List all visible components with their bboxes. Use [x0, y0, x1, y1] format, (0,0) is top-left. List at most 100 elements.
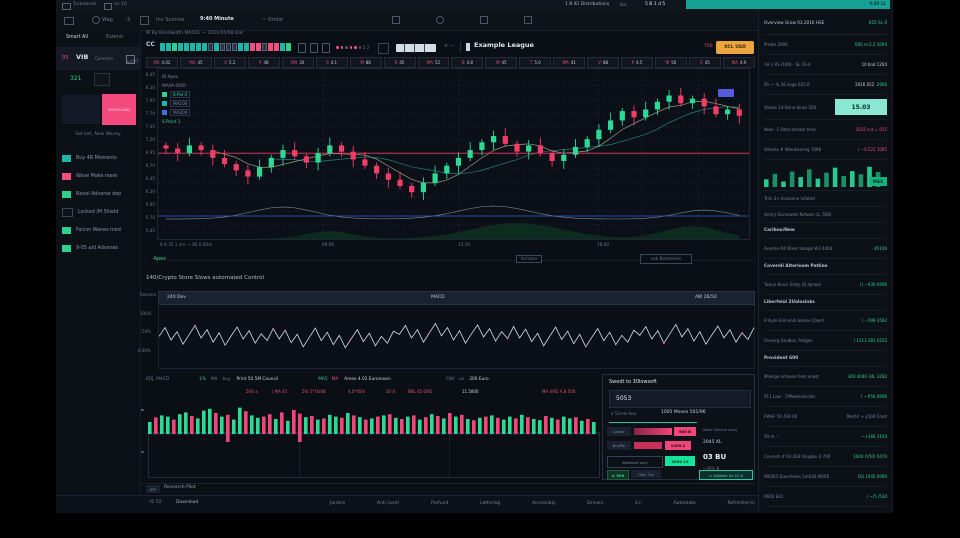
timeframe-chip[interactable]: [220, 43, 225, 51]
sidebar-menu-item[interactable]: Novel Adverse dep: [62, 186, 136, 202]
event-teal-chip[interactable]: × A/Week 5x 07.0: [699, 470, 753, 480]
indicator-tag[interactable]: T5.0: [519, 57, 551, 68]
timeframe-chip[interactable]: [226, 43, 231, 51]
event-row3-label[interactable]: Weakest very: [607, 456, 663, 468]
promo-tile[interactable]: WOODLAND: [102, 94, 136, 125]
timeframe-chip[interactable]: [166, 43, 171, 51]
timeframe-chip[interactable]: [280, 43, 285, 51]
indicator-tag[interactable]: S4.1: [316, 57, 348, 68]
timeframe-chip[interactable]: [208, 43, 213, 51]
line-style-icon[interactable]: [322, 43, 330, 53]
strip-apex-label[interactable]: ·Apex: [150, 257, 168, 262]
timeframe-chip[interactable]: [274, 43, 279, 51]
volume-bars-chart[interactable]: [148, 398, 600, 446]
segmented-control[interactable]: [396, 44, 436, 52]
timeframe-chip[interactable]: [286, 43, 291, 51]
calendar-icon[interactable]: [104, 3, 112, 10]
timeframe-chip[interactable]: [190, 43, 195, 51]
indicator-tag[interactable]: MA45: [180, 57, 212, 68]
indicator-tag[interactable]: B4.8: [451, 57, 483, 68]
strip-button-2[interactable]: ask Bearteries: [640, 254, 692, 264]
footer-link[interactable]: Anti (and): [377, 501, 399, 506]
oscillator-cell[interactable]: MACD: [431, 296, 445, 301]
menu-icon[interactable]: [64, 17, 74, 25]
indicator-tag[interactable]: MA30: [282, 57, 314, 68]
timeframe-chip[interactable]: [160, 43, 165, 51]
timeframe-chip[interactable]: [256, 43, 261, 51]
footer-link[interactable]: Jardins: [330, 501, 345, 506]
bell-icon[interactable]: [480, 16, 488, 24]
search-icon[interactable]: [92, 16, 100, 24]
indicator-tag[interactable]: M50: [655, 57, 687, 68]
indicator-tag[interactable]: P48: [248, 57, 280, 68]
sidebar-menu-item[interactable]: Buy 4R Moments: [62, 150, 136, 166]
timeframe-chip[interactable]: [178, 43, 183, 51]
sidebar-menu-item[interactable]: 9-05 a/d Advenes: [62, 240, 136, 256]
indicator-tag[interactable]: M88: [350, 57, 382, 68]
timeframe-chip[interactable]: [172, 43, 177, 51]
row-value: 600 m:2.2 5094: [855, 42, 887, 47]
sidebar-menu-item[interactable]: Falcon Wanes med: [62, 222, 136, 238]
footer-link[interactable]: Refresher(s): [727, 501, 754, 506]
timeframe-chip[interactable]: [184, 43, 189, 51]
timeframe-chip[interactable]: [238, 43, 243, 51]
combo-label[interactable]: ~ Ombo: [262, 18, 283, 23]
timeframe-chip[interactable]: [232, 43, 237, 51]
footer-link[interactable]: Letterlog: [480, 501, 500, 506]
event-row1-chip[interactable]: Lower: [607, 427, 631, 436]
volume-header-item: 1%: [199, 377, 206, 382]
sidebar-tab-all[interactable]: Smart All: [66, 36, 88, 41]
sidebar-checkbox[interactable]: [94, 73, 110, 86]
indicator-tag[interactable]: MA52: [418, 57, 450, 68]
interval-label[interactable]: 9:40 Minute: [200, 17, 234, 22]
footer-download[interactable]: Download: [176, 501, 198, 506]
event-row2-chip[interactable]: BuyPal: [607, 441, 631, 450]
flag-icon: [62, 173, 71, 180]
link-icon[interactable]: [392, 16, 400, 24]
preview-tile[interactable]: [62, 95, 100, 124]
search-label[interactable]: Wap: [102, 18, 113, 23]
candle-style-icon[interactable]: [298, 43, 306, 53]
indicator-tag[interactable]: P4.5: [621, 57, 653, 68]
footer-link[interactable]: E+: [635, 501, 642, 506]
indicator-tag[interactable]: M45: [485, 57, 517, 68]
trade-button[interactable]: XCL USD: [716, 41, 754, 54]
footer-link[interactable]: Accessibly: [532, 501, 555, 506]
indicator-tag[interactable]: S45: [689, 57, 721, 68]
trading-app-screenshot: { "colors":{"green":"#2fd08c","red":"#f2…: [0, 0, 960, 538]
sidebar-menu-item[interactable]: Wave Make meet: [62, 168, 136, 184]
bar-style-icon[interactable]: [310, 43, 318, 53]
indicator-tag[interactable]: MA4.9: [723, 57, 755, 68]
layout-icon[interactable]: [524, 16, 532, 24]
timeframe-chip[interactable]: [202, 43, 207, 51]
oscillator-cell[interactable]: 240 Dev: [167, 296, 186, 301]
add-button[interactable]: · 5: [124, 18, 130, 23]
footer-link[interactable]: Automate: [674, 501, 696, 506]
max-button[interactable]: MAX: [869, 177, 887, 186]
misc-control[interactable]: ≡ —: [444, 45, 454, 50]
indicator-tag[interactable]: V88: [587, 57, 619, 68]
indicator-tag[interactable]: MA41: [553, 57, 585, 68]
indicator-tag[interactable]: M54.02: [146, 57, 178, 68]
toolbar-checkbox[interactable]: [378, 43, 389, 54]
oscillator-chart[interactable]: [158, 305, 755, 369]
footer-link[interactable]: Drivers: [587, 501, 603, 506]
gear-icon[interactable]: [436, 16, 444, 24]
timeframe-chip[interactable]: [196, 43, 201, 51]
timeframe-chip[interactable]: [262, 43, 267, 51]
indicator-tag[interactable]: R45: [384, 57, 416, 68]
volume-value-label: 500 ±: [246, 389, 258, 394]
indicator-tag[interactable]: V5.2: [214, 57, 246, 68]
refresh-icon[interactable]: [140, 16, 149, 25]
oscillator-cell[interactable]: AW 26/50: [695, 296, 717, 301]
timeframe-chip[interactable]: [214, 43, 219, 51]
timeframe-chip[interactable]: [250, 43, 255, 51]
sidebar-menu-item[interactable]: Locked /M Shield: [62, 204, 136, 220]
app-grid-icon[interactable]: [62, 3, 71, 10]
strip-button-1[interactable]: ferraton: [516, 255, 542, 263]
timeframe-chip[interactable]: [268, 43, 273, 51]
footer-link[interactable]: Prefund: [431, 501, 448, 506]
sidebar-tab-extend[interactable]: Extend: [106, 36, 123, 41]
timeframe-chip[interactable]: [244, 43, 249, 51]
candlestick-chart[interactable]: [157, 68, 750, 240]
